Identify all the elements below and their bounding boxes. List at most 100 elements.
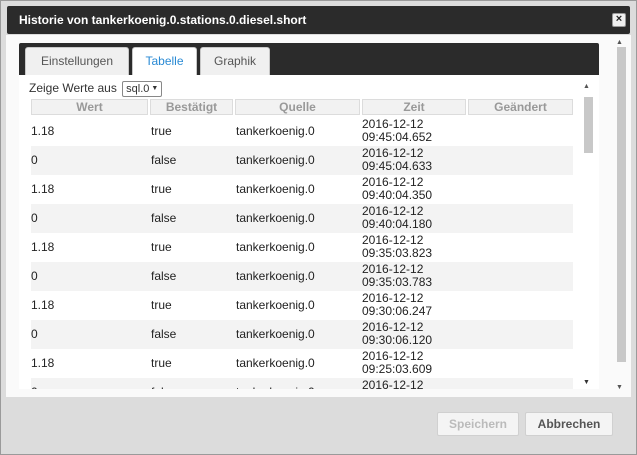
cell-zeit-time: 09:30:06.120 — [362, 333, 433, 347]
scrollbar-thumb[interactable] — [584, 97, 593, 153]
tab-graphik[interactable]: Graphik — [200, 47, 270, 75]
cell-zeit-time: 09:45:04.652 — [362, 130, 433, 144]
tab-einstellungen[interactable]: Einstellungen — [25, 47, 129, 75]
cell-quelle: tankerkoenig.0 — [236, 378, 360, 389]
arrow-down-icon[interactable]: ▼ — [583, 379, 590, 386]
arrow-down-icon[interactable]: ▼ — [616, 384, 623, 391]
cell-geaendert — [468, 320, 573, 349]
cell-wert: 1.18 — [31, 182, 55, 196]
column-header-geaendert[interactable]: Geändert — [468, 99, 573, 115]
cell-bestaetigt: true — [151, 240, 172, 254]
cell-quelle: tankerkoenig.0 — [236, 124, 315, 138]
source-select-value: sql.0 — [126, 83, 150, 95]
cell-zeit-time: 09:35:03.783 — [362, 275, 433, 289]
cell-zeit: 2016-12-12 09:45:04.652 — [362, 117, 466, 146]
tab-tabelle[interactable]: Tabelle — [132, 47, 197, 75]
column-header-quelle[interactable]: Quelle — [235, 99, 360, 115]
cell-bestaetigt: true — [151, 182, 172, 196]
history-table: Wert Bestätigt Quelle Zeit Geändert 1.18… — [31, 99, 573, 389]
table-row[interactable]: 1.18 true tankerkoenig.0 2016-12-12 09:35:03… — [31, 233, 573, 262]
table-row[interactable]: 0 false tankerkoenig.0 2016-12-12 09:45:04.6… — [31, 146, 573, 175]
table-row[interactable]: 0 false tankerkoenig.0 2016-12-12 09:30:06.1… — [31, 320, 573, 349]
cell-quelle: tankerkoenig.0 — [236, 269, 315, 283]
cancel-button[interactable]: Abbrechen — [525, 412, 613, 436]
cell-bestaetigt: false — [151, 269, 177, 283]
cell-geaendert — [468, 291, 573, 320]
source-toolbar: Zeige Werte aus sql.0 ▼ — [29, 81, 163, 99]
show-values-label: Zeige Werte aus — [29, 81, 117, 95]
cell-wert: 0 — [31, 153, 38, 167]
cell-zeit-time: 09:30:06.247 — [362, 304, 433, 318]
cell-geaendert — [468, 117, 573, 146]
arrow-up-icon[interactable]: ▲ — [616, 39, 623, 46]
cell-zeit: 2016-12-12 09:45:04.633 — [362, 146, 466, 175]
cell-zeit: 2016-12-12 09:40:04.350 — [362, 175, 466, 204]
tab-bar: Einstellungen Tabelle Graphik — [19, 43, 599, 75]
save-button[interactable]: Speichern — [437, 412, 519, 436]
cell-wert: 0 — [31, 378, 148, 389]
table-row[interactable]: 1.18 true tankerkoenig.0 2016-12-12 09:25:03… — [31, 349, 573, 378]
cell-bestaetigt: false — [151, 378, 233, 389]
cell-geaendert — [468, 204, 573, 233]
cell-zeit-time: 09:40:04.350 — [362, 188, 433, 202]
dialog-titlebar[interactable]: Historie von tankerkoenig.0.stations.0.d… — [7, 6, 630, 34]
cell-wert: 1.18 — [31, 298, 55, 312]
cell-quelle: tankerkoenig.0 — [236, 298, 315, 312]
column-header-wert[interactable]: Wert — [31, 99, 148, 115]
cell-zeit: 2016-12-12 09:30:06.247 — [362, 291, 466, 320]
scrollbar-thumb[interactable] — [617, 47, 626, 362]
column-header-zeit[interactable]: Zeit — [362, 99, 466, 115]
close-icon[interactable]: × — [612, 13, 626, 27]
dialog-title: Historie von tankerkoenig.0.stations.0.d… — [19, 13, 307, 27]
cell-wert: 1.18 — [31, 240, 55, 254]
cell-wert: 0 — [31, 211, 38, 225]
cell-bestaetigt: false — [151, 327, 177, 341]
cell-zeit-time: 09:45:04.633 — [362, 159, 433, 173]
cell-zeit-time: 09:35:03.823 — [362, 246, 433, 260]
cell-wert: 1.18 — [31, 356, 55, 370]
table-row[interactable]: 0 false tankerkoenig.0 2016-12-12 09:40:04.1… — [31, 204, 573, 233]
table-row[interactable]: 0falsetankerkoenig.02016-12-12 — [31, 378, 573, 389]
source-select[interactable]: sql.0 ▼ — [122, 81, 163, 98]
table-row[interactable]: 0 false tankerkoenig.0 2016-12-12 09:35:03.7… — [31, 262, 573, 291]
arrow-up-icon[interactable]: ▲ — [583, 83, 590, 90]
cell-quelle: tankerkoenig.0 — [236, 356, 315, 370]
cell-geaendert — [468, 233, 573, 262]
cell-bestaetigt: false — [151, 153, 177, 167]
cell-quelle: tankerkoenig.0 — [236, 240, 315, 254]
cell-geaendert — [468, 146, 573, 175]
cell-bestaetigt: true — [151, 298, 172, 312]
table-scrollbar[interactable]: ▲ ▼ — [582, 83, 594, 389]
cell-geaendert — [468, 175, 573, 204]
chevron-down-icon: ▼ — [151, 85, 159, 93]
cell-zeit-time: 09:25:03.609 — [362, 362, 433, 376]
cell-quelle: tankerkoenig.0 — [236, 211, 315, 225]
cell-geaendert — [468, 378, 573, 389]
table-row[interactable]: 1.18 true tankerkoenig.0 2016-12-12 09:30:06… — [31, 291, 573, 320]
cell-bestaetigt: true — [151, 124, 172, 138]
cell-quelle: tankerkoenig.0 — [236, 153, 315, 167]
cell-geaendert — [468, 349, 573, 378]
cell-wert: 1.18 — [31, 124, 55, 138]
table-body: 1.18 true tankerkoenig.0 2016-12-12 09:45:04… — [31, 117, 573, 389]
cell-zeit: 2016-12-12 09:35:03.783 — [362, 262, 466, 291]
cell-zeit-date: 2016-12-12 — [362, 378, 424, 390]
cell-zeit: 2016-12-12 09:30:06.120 — [362, 320, 466, 349]
cell-wert: 0 — [31, 327, 38, 341]
table-row[interactable]: 1.18 true tankerkoenig.0 2016-12-12 09:45:04… — [31, 117, 573, 146]
dialog-scrollbar[interactable]: ▲ ▼ — [615, 39, 627, 391]
cell-zeit: 2016-12-12 09:40:04.180 — [362, 204, 466, 233]
cell-bestaetigt: true — [151, 356, 172, 370]
cell-zeit-time: 09:40:04.180 — [362, 217, 433, 231]
cell-quelle: tankerkoenig.0 — [236, 182, 315, 196]
cell-geaendert — [468, 262, 573, 291]
cell-zeit: 2016-12-12 09:25:03.609 — [362, 349, 466, 378]
cell-bestaetigt: false — [151, 211, 177, 225]
history-dialog: Historie von tankerkoenig.0.stations.0.d… — [0, 0, 637, 455]
table-row[interactable]: 1.18 true tankerkoenig.0 2016-12-12 09:40:04… — [31, 175, 573, 204]
column-header-bestaetigt[interactable]: Bestätigt — [150, 99, 233, 115]
cell-zeit: 2016-12-12 — [362, 378, 466, 390]
cell-quelle: tankerkoenig.0 — [236, 327, 315, 341]
cell-wert: 0 — [31, 269, 38, 283]
history-panel: Einstellungen Tabelle Graphik Zeige Wert… — [19, 43, 599, 389]
